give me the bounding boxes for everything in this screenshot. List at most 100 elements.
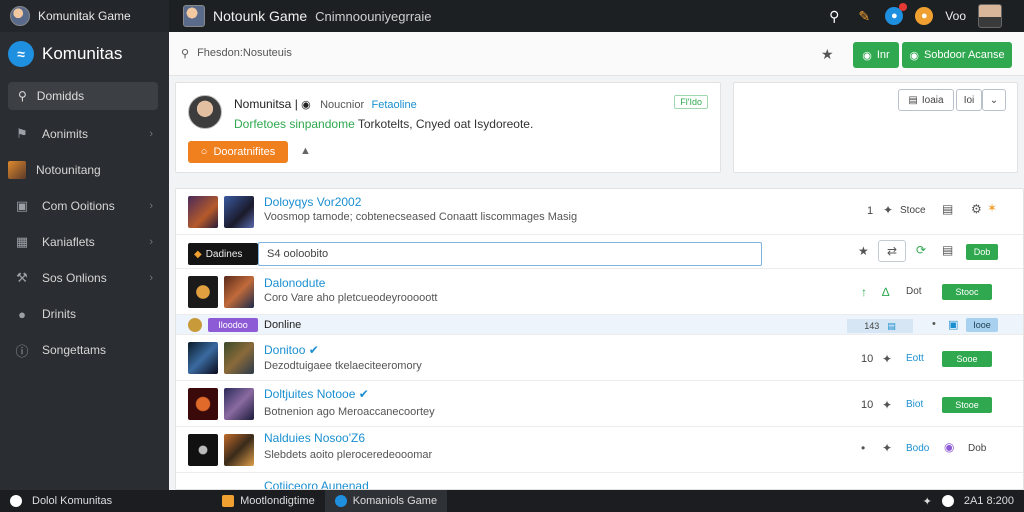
chevron-right-icon: › [149,236,153,248]
graduation-cap-icon[interactable]: ▲ [300,145,311,157]
small-action-button[interactable]: ◉ Inr [853,42,899,68]
list-item[interactable]: Doltjuites Notooe ✔ Botnenion ago Meroac… [176,381,1023,427]
sidebar-item-kaniaflets[interactable]: ▦ Kaniaflets › [0,224,169,260]
small-action-label: Inr [876,49,890,61]
taskbar-item-2[interactable]: Mootlondigtime [212,490,325,512]
monitor-icon: ▣ [15,198,29,213]
category-tag[interactable]: ◆ Dadines [188,243,258,265]
text-input[interactable]: S4 ooloobito [258,242,762,266]
row-action-button[interactable]: Dob [966,244,998,260]
chevron-down-icon: ⌄ [989,94,999,106]
primary-action-label: Sobdoor Acanse [923,49,1005,61]
star-icon[interactable]: ★ [821,46,834,63]
search-icon[interactable]: ⚲ [825,7,843,25]
row-action-button[interactable]: Stooc [942,284,992,300]
main-content: ⚲ Fhesdon:Nosuteuis ★ ◉ Inr ◉ Sobdoor Ac… [169,32,1024,490]
side-card-button-1-label: Ioaia [921,94,944,106]
taskbar-clock[interactable]: 2A1 8:200 [964,495,1014,507]
category-count: 143 ▤ [847,319,913,333]
list-item[interactable]: Dalonodute Coro Vare aho pletcueodeyrooo… [176,269,1023,315]
profile-name: Nomunitsa | [234,97,298,111]
list-item[interactable]: Doloyqys Vor2002 Voosmop tamode; cobtene… [176,189,1023,235]
item-title[interactable]: Doloyqys Vor2002 [264,195,361,209]
game-thumbnail [224,388,254,420]
list-item[interactable]: Nalduies Nosoo'Z6 Slebdets aoito pleroce… [176,427,1023,473]
search-input[interactable]: ⚲ Fhesdon:Nosuteuis [181,42,311,64]
row-action-button[interactable]: Sooe [942,351,992,367]
reward-icon[interactable]: ✶ [987,201,997,215]
profile-tag: Fl'Ido [674,95,708,109]
brush-icon[interactable]: ✎ [855,7,873,25]
game-thumbnail [188,434,218,466]
item-title[interactable]: Doltjuites Notooe ✔ [264,387,369,401]
row-action-button[interactable]: Stooe [942,397,992,413]
sidebar-item-sos-onlions[interactable]: ⚒ Sos Onlions › [0,260,169,296]
document-icon: ▤ [887,320,896,331]
text-input-value: S4 ooloobito [267,248,329,260]
game-thumbnail [188,342,218,374]
side-card-button-2[interactable]: Ioi [956,89,982,111]
item-title[interactable]: Nalduies Nosoo'Z6 [264,431,365,445]
item-title[interactable]: Cotiiceoro Aunenad [264,479,369,489]
sidebar-brand[interactable]: ≈ Komunitas [0,32,169,76]
sidebar-item-com-ooitions[interactable]: ▣ Com Ooitions › [0,188,169,224]
sidebar-item-aonimits[interactable]: ⚑ Aonimits › [0,116,169,152]
system-tray: ✦ 2A1 8:200 [923,495,1024,508]
brand-name: Komunitas [42,44,123,63]
game-thumbnail [188,388,218,420]
document-icon[interactable]: ▤ [942,243,953,257]
settings-icon[interactable]: ⚙ [971,202,982,216]
badge-icon[interactable]: ◉ [944,440,954,454]
side-card-button-1[interactable]: ▤ Ioaia [898,89,954,111]
item-title[interactable]: Dalonodute [264,276,325,290]
taskbar-start[interactable]: Dolol Komunitas [0,490,122,512]
user-avatar[interactable] [978,4,1002,28]
verified-icon: ✔ [358,387,369,401]
dropdown-button[interactable]: ⌄ [982,89,1006,111]
taskbar-item-3[interactable]: Komaniols Game [324,490,448,512]
user-name[interactable]: Voo [945,9,966,23]
game-thumbnail [224,276,254,308]
sidebar: ≈ Komunitas ⚲ Domidds ⚑ Aonimits › Notou… [0,32,169,490]
list-item[interactable]: Donitoo ✔ Dezodtuigaee tkelaeciteeromory… [176,335,1023,381]
pin-icon[interactable]: ✦ [882,352,892,366]
primary-action-button[interactable]: ◉ Sobdoor Acanse [902,42,1012,68]
app-avatar[interactable] [10,6,30,26]
item-label: Biot [906,399,924,410]
game-thumb-icon [8,161,26,179]
pin-icon[interactable]: ✦ [883,203,893,217]
sidebar-item-notounitang[interactable]: Notounitang [0,152,169,188]
refresh-icon[interactable]: ⟳ [916,243,926,257]
image-icon[interactable]: ▣ [948,318,958,331]
row-action-button[interactable]: Iooe [966,318,998,332]
game-thumbnail [188,276,218,308]
document-icon[interactable]: ▤ [942,202,953,216]
category-count-value: 143 [864,321,880,331]
item-title[interactable]: Donitoo ✔ [264,343,319,357]
pin-icon[interactable]: ✦ [882,441,892,455]
sidebar-item-drinits[interactable]: ● Drinits [0,296,169,332]
more-icon[interactable]: • [932,318,936,330]
more-icon[interactable]: • [861,441,865,455]
profile-action-button[interactable]: ○ Dooratnifites [188,141,288,163]
sidebar-item-songettams[interactable]: ⓘ Songettams [0,332,169,368]
item-desc: Dezodtuigaee tkelaeciteeromory [264,360,422,372]
profile-avatar[interactable] [188,95,222,129]
item-label: Bodo [906,443,930,454]
volume-icon[interactable] [941,495,954,507]
upvote-icon[interactable]: ↑ [861,285,867,299]
grid-icon: ▦ [15,234,29,249]
sidebar-item-label: Kaniaflets [42,235,95,249]
item-label: Eott [906,353,924,364]
star-icon[interactable]: ★ [858,244,869,258]
share-icon[interactable]: ⇄ [878,240,906,262]
network-icon[interactable]: ✦ [923,495,932,508]
sidebar-search[interactable]: ⚲ Domidds [8,82,158,110]
notification-icon[interactable]: ● [885,3,908,25]
row-action-label[interactable]: Dob [968,443,986,454]
list-item[interactable]: Cotiiceoro Aunenad [176,473,1023,489]
pin-icon[interactable]: ✦ [882,398,892,412]
chart-icon[interactable]: ∆ [882,285,889,299]
category-tag[interactable]: Iloodoo [208,318,258,332]
coin-icon[interactable]: ● [915,7,934,25]
